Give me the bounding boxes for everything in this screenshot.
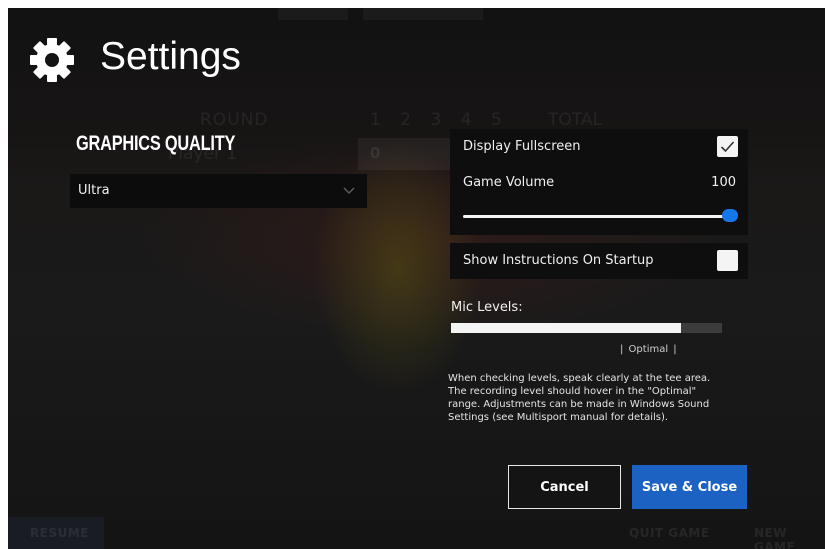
graphics-quality-dropdown[interactable]: Ultra [70,174,367,208]
mic-level-meter [451,323,722,333]
mic-levels-label: Mic Levels: [451,300,523,315]
graphics-quality-value: Ultra [78,183,110,198]
fullscreen-checkbox[interactable] [717,136,738,157]
fullscreen-label: Display Fullscreen [463,139,581,154]
game-volume-slider-thumb[interactable] [722,209,738,222]
checkmark-icon [720,141,735,153]
background-tab [363,8,483,20]
mic-level-fill [451,323,681,333]
background-round-numbers: 1 2 3 4 5 [370,110,502,130]
instructions-row[interactable]: Show Instructions On Startup [450,243,748,279]
fullscreen-row[interactable]: Display Fullscreen [450,129,748,165]
page-title: Settings [100,35,241,78]
save-close-button[interactable]: Save & Close [632,465,747,509]
background-total-label: TOTAL [548,110,602,130]
background-resume-label: RESUME [30,526,89,540]
mic-help-text: When checking levels, speak clearly at t… [448,373,711,423]
optimal-range-label: | Optimal | [620,344,677,355]
instructions-checkbox[interactable] [717,250,738,271]
cancel-button[interactable]: Cancel [508,465,621,509]
graphics-quality-label: GRAPHICS QUALITY [76,132,236,155]
game-volume-row: Game Volume 100 [450,165,748,197]
settings-screen: ROUND 1 2 3 4 5 TOTAL Player 1 0 RESUME … [8,8,825,549]
game-volume-value: 100 [711,175,736,190]
background-tab [278,8,348,20]
gear-icon [30,38,74,82]
game-volume-label: Game Volume [463,175,555,190]
game-volume-slider[interactable] [463,215,731,218]
background-round-label: ROUND [200,110,269,130]
background-new-game-label: NEW GAME [754,526,796,549]
game-volume-slider-row [450,197,748,235]
instructions-label: Show Instructions On Startup [463,253,654,268]
background-score-value: 0 [370,144,381,162]
background-quit-label: QUIT GAME [629,526,710,540]
chevron-down-icon [343,187,355,195]
